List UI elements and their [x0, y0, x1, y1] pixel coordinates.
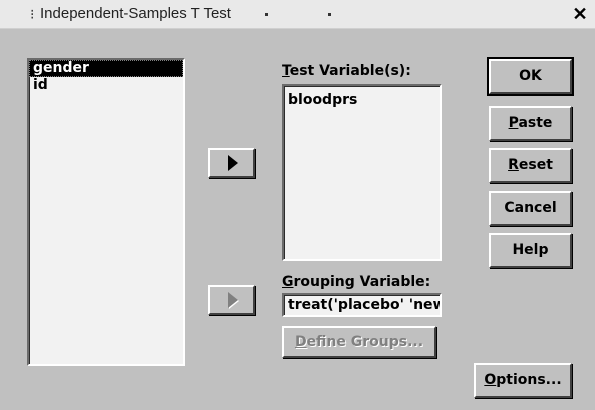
- test-variables-list[interactable]: bloodprs: [282, 84, 442, 261]
- options-accelerator: O: [484, 372, 497, 388]
- grouping-variable-label: Grouping Variable:: [282, 274, 430, 290]
- close-button[interactable]: ✕: [569, 3, 591, 25]
- reset-label-text: eset: [518, 157, 553, 173]
- paste-accelerator: P: [508, 115, 519, 131]
- test-variables-accelerator: T: [282, 63, 290, 79]
- options-label-text: ptions...: [496, 372, 562, 388]
- title-dot-decoration: [328, 13, 331, 16]
- ok-label: OK: [519, 68, 542, 84]
- options-label: Options...: [484, 365, 561, 396]
- test-variables-label: Test Variable(s):: [282, 63, 411, 79]
- move-to-test-variables-button[interactable]: [208, 148, 255, 178]
- title-dot-decoration: [265, 13, 268, 16]
- right-arrow-icon: [227, 292, 238, 308]
- reset-label: Reset: [508, 150, 553, 181]
- list-item[interactable]: bloodprs: [284, 92, 440, 109]
- grouping-variable-value: treat('placebo' 'new'): [288, 297, 442, 313]
- paste-label: Paste: [509, 108, 553, 139]
- source-variable-list[interactable]: gender id: [27, 58, 185, 366]
- reset-button[interactable]: Reset: [489, 148, 572, 183]
- define-groups-label-text: efine Groups...: [306, 334, 424, 350]
- ok-button[interactable]: OK: [487, 57, 574, 96]
- window-title: Independent-Samples T Test: [40, 5, 231, 22]
- list-item-label: gender: [33, 60, 89, 76]
- grouping-variable-label-text: rouping Variable:: [293, 274, 431, 290]
- close-icon: ✕: [572, 4, 588, 24]
- list-item[interactable]: id: [29, 77, 183, 94]
- move-to-grouping-variable-button[interactable]: [208, 285, 255, 315]
- grouping-variable-field[interactable]: treat('placebo' 'new'): [282, 293, 442, 317]
- reset-accelerator: R: [508, 157, 519, 173]
- independent-samples-t-test-dialog: ⁝ Independent-Samples T Test ✕ gender id…: [0, 0, 595, 410]
- define-groups-accelerator: D: [294, 334, 307, 350]
- cancel-label: Cancel: [504, 200, 557, 216]
- list-item[interactable]: gender: [29, 60, 183, 77]
- paste-button[interactable]: Paste: [489, 106, 572, 141]
- help-button[interactable]: Help: [489, 233, 572, 268]
- options-button[interactable]: Options...: [474, 363, 572, 398]
- list-item-label: bloodprs: [288, 92, 358, 108]
- right-arrow-icon: [227, 155, 238, 171]
- test-variables-label-text: est Variable(s):: [289, 63, 411, 79]
- define-groups-button[interactable]: Define Groups...: [282, 326, 436, 358]
- list-item-label: id: [33, 77, 48, 93]
- help-label: Help: [512, 242, 549, 258]
- cancel-button[interactable]: Cancel: [489, 191, 572, 226]
- grouping-variable-accelerator: G: [282, 274, 294, 290]
- define-groups-label: Define Groups...: [295, 328, 423, 356]
- title-grip-icon: ⁝: [30, 6, 35, 22]
- title-bar[interactable]: ⁝ Independent-Samples T Test ✕: [0, 0, 595, 29]
- paste-label-text: aste: [518, 115, 553, 131]
